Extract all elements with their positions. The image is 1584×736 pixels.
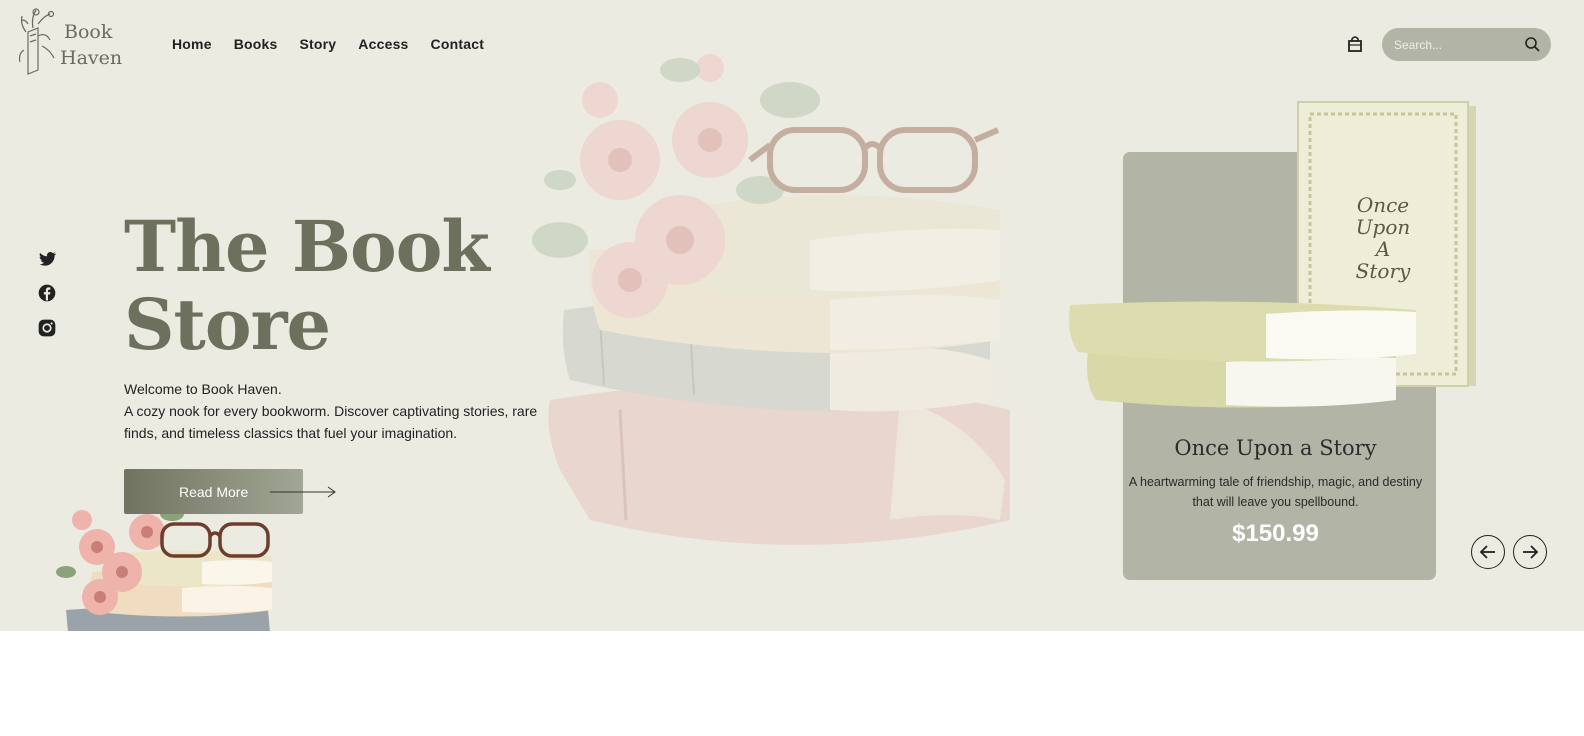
search-input[interactable] xyxy=(1394,28,1522,61)
logo-text-haven: Haven xyxy=(60,47,123,69)
featured-book-title: Once Upon a Story xyxy=(1174,436,1377,460)
featured-book-description: A heartwarming tale of friendship, magic… xyxy=(1128,475,1423,509)
svg-text:A: A xyxy=(1374,237,1390,261)
hero-welcome-text: Welcome to Book Haven. A cozy nook for e… xyxy=(124,378,544,444)
brand-logo[interactable]: Book Haven xyxy=(16,6,122,76)
welcome-line-1: Welcome to Book Haven. xyxy=(124,381,282,397)
arrow-left-icon xyxy=(1479,545,1495,559)
featured-book-image: Once Upon A Story xyxy=(1069,101,1476,408)
book-stack-roses-glasses-image xyxy=(532,54,1010,545)
twitter-icon[interactable] xyxy=(37,249,57,269)
svg-text:Upon: Upon xyxy=(1356,215,1411,239)
nav-contact[interactable]: Contact xyxy=(431,36,485,52)
nav-access[interactable]: Access xyxy=(358,36,408,52)
arrow-right-icon xyxy=(1523,545,1539,559)
instagram-icon[interactable] xyxy=(37,318,57,338)
hero-section: Book Haven Home Books Story Access Conta… xyxy=(0,0,1584,631)
svg-text:Story: Story xyxy=(1356,259,1411,283)
hero-title-line1: The Book xyxy=(124,205,490,288)
shopping-bag-icon[interactable] xyxy=(1346,35,1364,53)
hero-title-line2: Store xyxy=(124,283,331,366)
svg-text:Once: Once xyxy=(1357,193,1409,217)
search-icon[interactable] xyxy=(1524,36,1541,53)
search-box xyxy=(1382,28,1551,61)
welcome-line-2: A cozy nook for every bookworm. Discover… xyxy=(124,403,538,441)
facebook-icon[interactable] xyxy=(37,283,57,303)
logo-text-book: Book xyxy=(64,21,113,43)
nav-home[interactable]: Home xyxy=(172,36,212,52)
carousel-prev-button[interactable] xyxy=(1471,535,1505,569)
main-nav: Home Books Story Access Contact xyxy=(172,36,506,52)
nav-story[interactable]: Story xyxy=(300,36,337,52)
featured-book-price: $150.99 xyxy=(1232,520,1319,547)
nav-books[interactable]: Books xyxy=(234,36,278,52)
arrow-right-long-icon xyxy=(270,486,336,498)
carousel-next-button[interactable] xyxy=(1513,535,1547,569)
read-more-label: Read More xyxy=(179,484,249,500)
hero-title: The Book Store xyxy=(124,208,544,364)
